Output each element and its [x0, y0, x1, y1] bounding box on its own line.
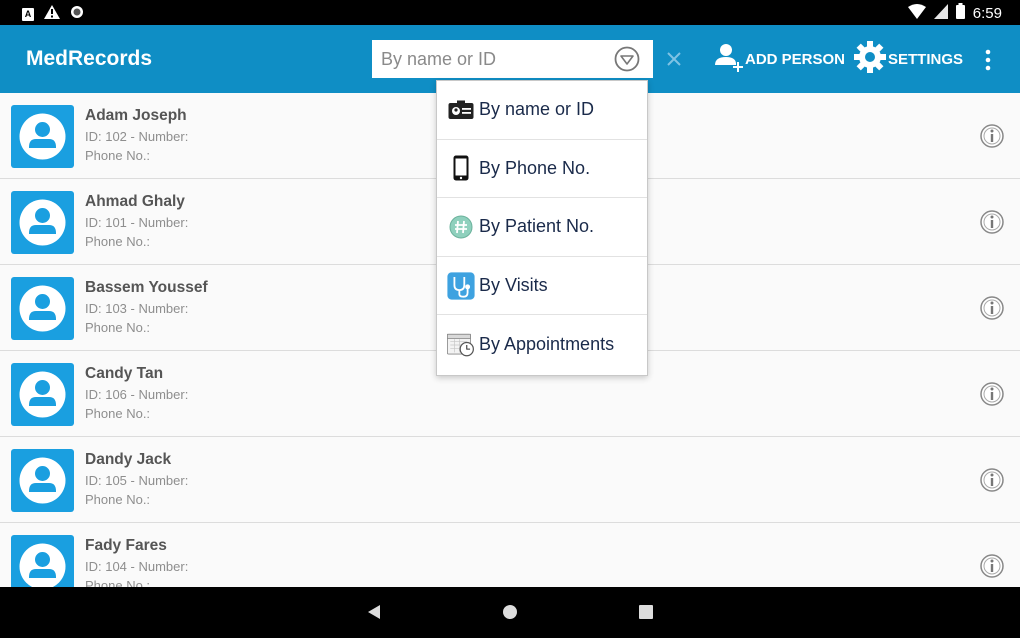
- menu-item-by-name-or-id[interactable]: By name or ID: [437, 81, 647, 140]
- patient-row[interactable]: Fady Fares ID: 104 - Number: Phone No.:: [0, 523, 1020, 587]
- patient-id: ID: 102 - Number:: [85, 129, 189, 144]
- info-icon[interactable]: [980, 382, 1004, 406]
- patient-id: ID: 106 - Number:: [85, 387, 189, 402]
- battery-icon: [955, 3, 965, 24]
- patient-name: Candy Tan: [85, 365, 164, 382]
- calendar-clock-icon: [447, 329, 475, 361]
- gear-icon: [852, 39, 888, 79]
- menu-item-label: By Visits: [479, 275, 548, 296]
- status-bar: A 6:59: [0, 0, 1020, 25]
- patient-phone: Phone No.:: [85, 492, 151, 507]
- patient-name: Dandy Jack: [85, 451, 172, 468]
- wifi-icon: [907, 3, 926, 24]
- add-person-label: ADD PERSON: [745, 50, 846, 68]
- info-icon[interactable]: [980, 554, 1004, 578]
- clear-search-icon[interactable]: [664, 49, 684, 69]
- patient-phone: Phone No.:: [85, 148, 151, 163]
- menu-item-by-phone[interactable]: By Phone No.: [437, 140, 647, 199]
- add-person-icon: [713, 41, 745, 77]
- menu-item-by-visits[interactable]: By Visits: [437, 257, 647, 316]
- search-filter-menu: By name or ID By Phone No. By Patient No…: [436, 80, 648, 376]
- patient-phone: Phone No.:: [85, 320, 151, 335]
- patient-name: Fady Fares: [85, 537, 167, 554]
- patient-row[interactable]: Dandy Jack ID: 105 - Number: Phone No.:: [0, 437, 1020, 523]
- stethoscope-icon: [447, 270, 475, 302]
- patient-phone: Phone No.:: [85, 234, 151, 249]
- patient-name: Ahmad Ghaly: [85, 193, 185, 210]
- home-icon[interactable]: [502, 604, 518, 620]
- search-input[interactable]: [372, 40, 612, 78]
- menu-item-label: By name or ID: [479, 99, 595, 120]
- avatar: [11, 535, 74, 587]
- avatar: [11, 449, 74, 512]
- info-icon[interactable]: [980, 468, 1004, 492]
- patient-name: Bassem Youssef: [85, 279, 208, 296]
- patient-id: ID: 101 - Number:: [85, 215, 189, 230]
- notification-a-icon: A: [22, 8, 34, 21]
- avatar: [11, 277, 74, 340]
- search-filter-dropdown-icon[interactable]: [614, 46, 640, 72]
- menu-item-label: By Phone No.: [479, 157, 591, 178]
- signal-icon: [933, 3, 948, 24]
- settings-button[interactable]: SETTINGS: [852, 41, 963, 77]
- info-icon[interactable]: [980, 124, 1004, 148]
- menu-item-label: By Appointments: [479, 334, 615, 355]
- patient-phone: Phone No.:: [85, 578, 151, 587]
- phone-icon: [447, 152, 475, 184]
- add-person-button[interactable]: ADD PERSON: [713, 41, 845, 77]
- patient-id: ID: 103 - Number:: [85, 301, 189, 316]
- id-card-icon: [447, 94, 475, 126]
- more-options-icon[interactable]: [978, 49, 998, 71]
- app-title: MedRecords: [26, 47, 153, 70]
- patient-phone: Phone No.:: [85, 406, 151, 421]
- patient-id: ID: 104 - Number:: [85, 559, 189, 574]
- navigation-bar: [0, 587, 1020, 638]
- info-icon[interactable]: [980, 296, 1004, 320]
- info-icon[interactable]: [980, 210, 1004, 234]
- recents-icon[interactable]: [639, 605, 653, 619]
- avatar: [11, 105, 74, 168]
- patient-name: Adam Joseph: [85, 107, 187, 124]
- avatar: [11, 191, 74, 254]
- warning-icon: [44, 5, 60, 24]
- menu-item-label: By Patient No.: [479, 216, 595, 237]
- back-icon[interactable]: [366, 604, 382, 620]
- menu-item-by-patient-no[interactable]: By Patient No.: [437, 198, 647, 257]
- search-box: [372, 40, 653, 78]
- settings-label: SETTINGS: [888, 50, 964, 68]
- menu-item-by-appointments[interactable]: By Appointments: [437, 315, 647, 374]
- sync-circle-icon: [70, 5, 84, 24]
- patient-id: ID: 105 - Number:: [85, 473, 189, 488]
- clock-time: 6:59: [972, 5, 1002, 22]
- hash-badge-icon: [447, 211, 475, 243]
- avatar: [11, 363, 74, 426]
